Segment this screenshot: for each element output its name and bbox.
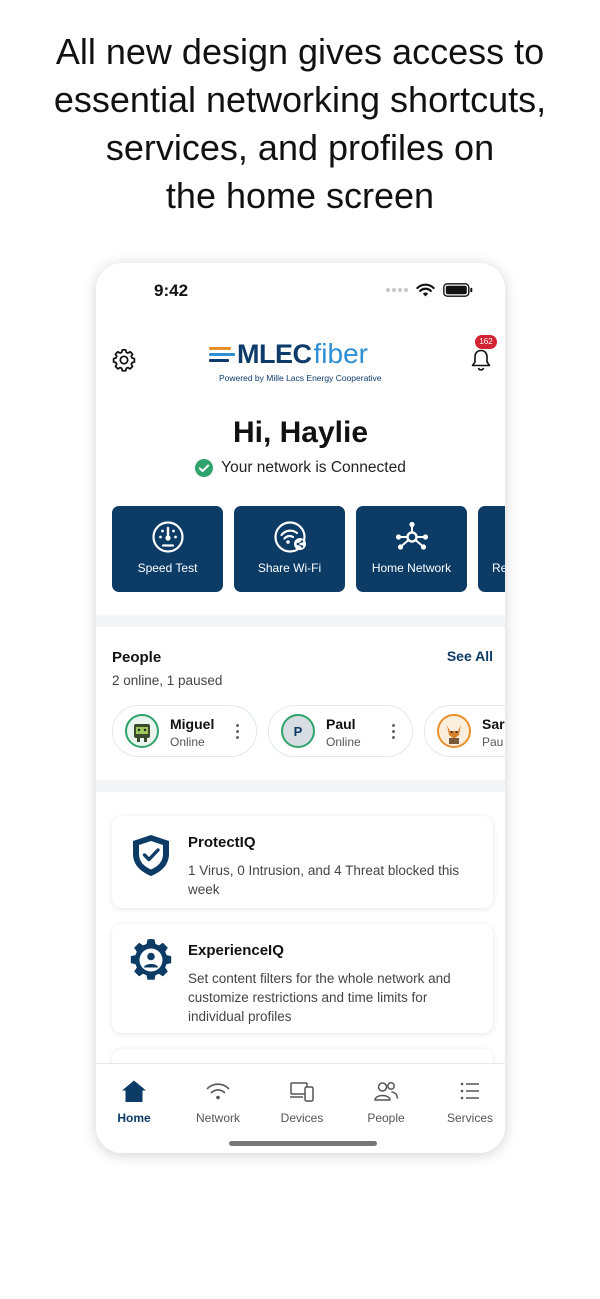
avatar-initial: P xyxy=(293,723,303,739)
more-options-icon[interactable] xyxy=(392,724,396,739)
logo-fiber-text: fiber xyxy=(313,338,368,369)
status-time: 9:42 xyxy=(154,281,189,300)
people-summary: 2 online, 1 paused xyxy=(112,673,223,688)
home-network-label: Home Network xyxy=(371,561,452,575)
share-wifi-label: Share Wi-Fi xyxy=(257,561,322,575)
tab-home[interactable]: Home xyxy=(96,1079,174,1125)
card-description: 1 Virus, 0 Intrusion, and 4 Threat block… xyxy=(188,863,460,897)
experienceiq-card[interactable]: ExperienceIQ Set content filters for the… xyxy=(112,924,493,1033)
logo-tagline: Powered by Mille Lacs Energy Cooperative xyxy=(219,373,382,383)
home-network-button[interactable]: Home Network xyxy=(356,506,467,592)
share-wifi-button[interactable]: Share Wi-Fi xyxy=(234,506,345,592)
profile-status: Online xyxy=(326,735,361,749)
avatar xyxy=(437,714,471,748)
settings-gear-icon[interactable] xyxy=(111,347,137,373)
card-title: ProtectIQ xyxy=(188,834,256,851)
see-all-link[interactable]: See All xyxy=(447,648,493,664)
tab-devices[interactable]: Devices xyxy=(262,1079,342,1125)
tab-label: Devices xyxy=(280,1111,324,1125)
protectiq-card[interactable]: ProtectIQ 1 Virus, 0 Intrusion, and 4 Th… xyxy=(112,816,493,908)
people-icon xyxy=(374,1082,399,1101)
avatar: P xyxy=(281,714,315,748)
profile-chip-partial[interactable]: Sar Pau xyxy=(424,705,505,757)
network-hub-icon xyxy=(395,521,428,550)
mlec-fiber-logo: MLEC fiber Powered by Mille Lacs Energy … xyxy=(209,339,399,385)
speed-test-label: Speed Test xyxy=(137,561,198,575)
logo-mlec-text: MLEC xyxy=(237,339,312,369)
section-divider xyxy=(96,615,505,627)
profile-chip-paul[interactable]: P Paul Online xyxy=(268,705,413,757)
home-indicator[interactable] xyxy=(229,1141,377,1146)
fox-avatar-icon xyxy=(447,725,461,744)
home-icon xyxy=(122,1080,146,1102)
card-title: ExperienceIQ xyxy=(188,942,284,959)
profile-chip-miguel[interactable]: Miguel Online xyxy=(112,705,257,757)
headline-line: All new design gives access to xyxy=(55,31,545,72)
speedometer-icon xyxy=(151,521,184,553)
tab-label: Home xyxy=(117,1111,151,1125)
profile-status: Pau xyxy=(482,735,504,749)
share-wifi-icon xyxy=(273,521,306,553)
avatar xyxy=(125,714,159,748)
people-list: Miguel Online P Paul Online Sar Pau xyxy=(112,705,505,757)
profile-status: Online xyxy=(170,735,205,749)
quick-action-partial-button[interactable]: Re xyxy=(478,506,505,592)
tab-label: Services xyxy=(446,1111,493,1125)
app-header: MLEC fiber Powered by Mille Lacs Energy … xyxy=(96,335,505,387)
headline-line: services, and profiles on xyxy=(105,127,495,168)
phone-screen: 9:42 MLEC fiber Powered by Mille Lacs En… xyxy=(96,263,505,1153)
more-options-icon[interactable] xyxy=(236,724,240,739)
notification-bell-icon[interactable] xyxy=(469,347,493,373)
tab-label: Network xyxy=(195,1111,240,1125)
status-bar: 9:42 xyxy=(96,263,505,317)
profile-name: Paul xyxy=(326,716,356,732)
people-section-title: People xyxy=(112,649,162,666)
tab-label: People xyxy=(367,1111,405,1125)
connection-status: Your network is Connected xyxy=(96,459,505,477)
bottom-tab-bar: Home Network Devices People Services xyxy=(96,1063,505,1153)
headline: All new design gives access to essential… xyxy=(0,28,600,220)
notification-badge: 162 xyxy=(475,335,497,349)
shield-check-icon xyxy=(133,835,169,876)
headline-line: essential networking shortcuts, xyxy=(53,79,547,120)
connection-status-text: Your network is Connected xyxy=(221,459,406,476)
logo-stripes xyxy=(209,346,235,362)
section-divider xyxy=(96,780,505,792)
profile-name: Sar xyxy=(482,716,505,732)
devices-icon xyxy=(290,1082,314,1102)
quick-action-partial-label: Re xyxy=(492,561,505,575)
tab-people[interactable]: People xyxy=(346,1079,426,1125)
profile-name: Miguel xyxy=(170,716,215,732)
tab-network[interactable]: Network xyxy=(178,1079,258,1125)
card-description: Set content filters for the whole networ… xyxy=(188,971,451,1024)
signal-icon xyxy=(386,288,408,292)
tab-services[interactable]: Services xyxy=(430,1079,505,1125)
list-icon xyxy=(460,1082,479,1100)
wifi-status-icon xyxy=(416,283,435,297)
android-avatar-icon xyxy=(134,724,150,742)
headline-line: the home screen xyxy=(165,175,435,216)
wifi-icon xyxy=(206,1083,230,1100)
speed-test-button[interactable]: Speed Test xyxy=(112,506,223,592)
greeting-title: Hi, Haylie xyxy=(232,416,369,449)
connected-check-icon xyxy=(195,459,214,477)
status-icons xyxy=(386,283,473,297)
quick-actions: Speed Test Share Wi-Fi Home Network Re xyxy=(112,506,505,592)
gear-person-icon xyxy=(130,939,172,980)
battery-icon xyxy=(443,283,473,297)
